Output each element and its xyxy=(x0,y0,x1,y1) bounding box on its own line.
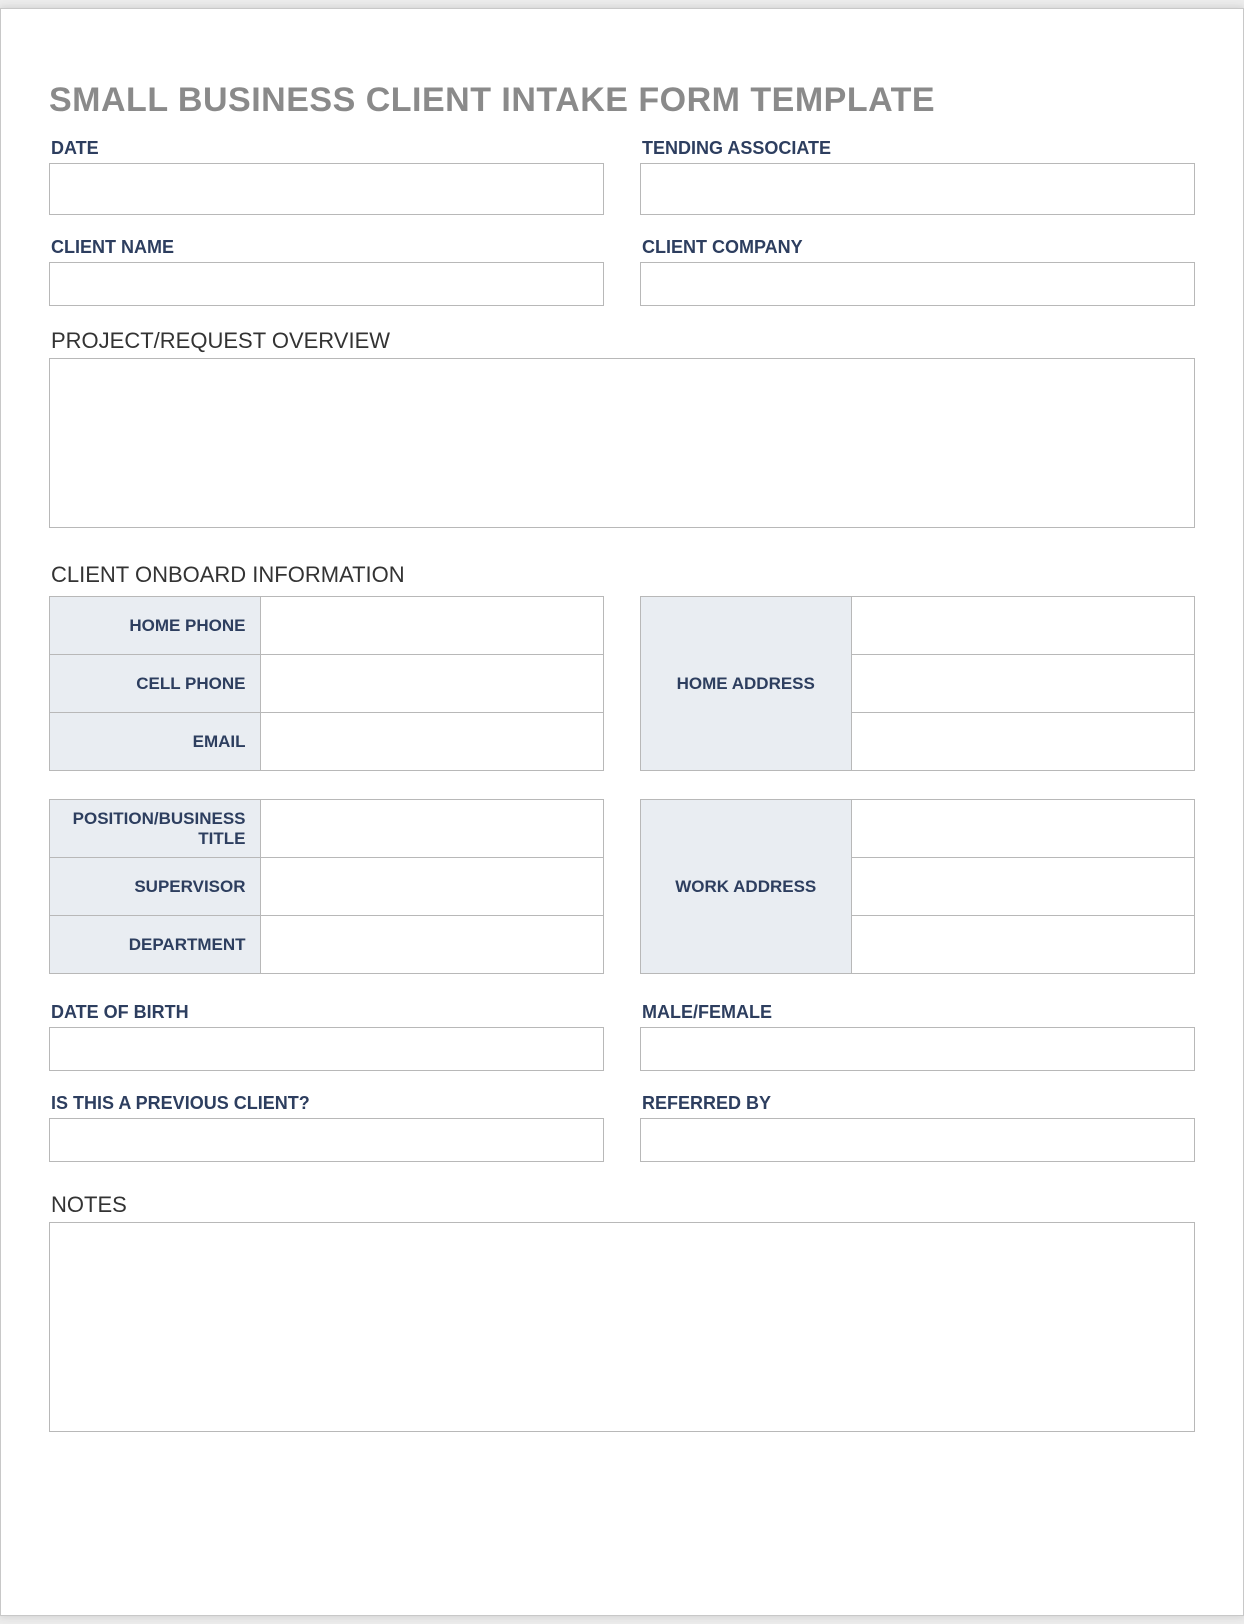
input-work-address-line2[interactable] xyxy=(851,858,1194,916)
table-home-address: HOME ADDRESS xyxy=(640,596,1195,771)
field-client-name: CLIENT NAME xyxy=(49,237,604,306)
label-position-line1: POSITION/BUSINESS xyxy=(73,809,246,828)
field-gender: MALE/FEMALE xyxy=(640,1002,1195,1071)
input-home-address-line3[interactable] xyxy=(851,713,1194,771)
input-home-phone[interactable] xyxy=(260,597,603,655)
label-home-address: HOME ADDRESS xyxy=(641,597,852,771)
field-date: DATE xyxy=(49,138,604,215)
form-sheet: SMALL BUSINESS CLIENT INTAKE FORM TEMPLA… xyxy=(0,8,1244,1616)
input-previous-client[interactable] xyxy=(49,1118,604,1162)
row-dob-gender: DATE OF BIRTH MALE/FEMALE xyxy=(49,1002,1195,1071)
row-client-name-company: CLIENT NAME CLIENT COMPANY xyxy=(49,237,1195,306)
input-project-overview[interactable] xyxy=(49,358,1195,528)
row-date-associate: DATE TENDING ASSOCIATE xyxy=(49,138,1195,215)
input-home-address-line2[interactable] xyxy=(851,655,1194,713)
input-notes[interactable] xyxy=(49,1222,1195,1432)
field-previous-client: IS THIS A PREVIOUS CLIENT? xyxy=(49,1093,604,1162)
field-tending-associate: TENDING ASSOCIATE xyxy=(640,138,1195,215)
label-date: DATE xyxy=(49,138,604,159)
field-referred-by: REFERRED BY xyxy=(640,1093,1195,1162)
header-client-onboard: CLIENT ONBOARD INFORMATION xyxy=(51,562,1195,588)
label-client-company: CLIENT COMPANY xyxy=(640,237,1195,258)
header-project-overview: PROJECT/REQUEST OVERVIEW xyxy=(51,328,1195,354)
label-referred-by: REFERRED BY xyxy=(640,1093,1195,1114)
input-dob[interactable] xyxy=(49,1027,604,1071)
label-department: DEPARTMENT xyxy=(50,916,261,974)
input-department[interactable] xyxy=(260,916,603,974)
label-work-address: WORK ADDRESS xyxy=(641,800,852,974)
input-position-title[interactable] xyxy=(260,800,603,858)
label-position-title: POSITION/BUSINESS TITLE xyxy=(50,800,261,858)
input-tending-associate[interactable] xyxy=(640,163,1195,215)
row-previous-referred: IS THIS A PREVIOUS CLIENT? REFERRED BY xyxy=(49,1093,1195,1162)
field-dob: DATE OF BIRTH xyxy=(49,1002,604,1071)
input-client-company[interactable] xyxy=(640,262,1195,306)
table-work-address: WORK ADDRESS xyxy=(640,799,1195,974)
label-home-phone: HOME PHONE xyxy=(50,597,261,655)
label-gender: MALE/FEMALE xyxy=(640,1002,1195,1023)
input-cell-phone[interactable] xyxy=(260,655,603,713)
input-supervisor[interactable] xyxy=(260,858,603,916)
input-client-name[interactable] xyxy=(49,262,604,306)
input-date[interactable] xyxy=(49,163,604,215)
label-email: EMAIL xyxy=(50,713,261,771)
field-client-company: CLIENT COMPANY xyxy=(640,237,1195,306)
onboard-block-contact: HOME PHONE CELL PHONE EMAIL HOME ADDRESS xyxy=(49,596,1195,771)
table-work-left: POSITION/BUSINESS TITLE SUPERVISOR DEPAR… xyxy=(49,799,604,974)
input-email[interactable] xyxy=(260,713,603,771)
label-supervisor: SUPERVISOR xyxy=(50,858,261,916)
input-gender[interactable] xyxy=(640,1027,1195,1071)
input-referred-by[interactable] xyxy=(640,1118,1195,1162)
form-title: SMALL BUSINESS CLIENT INTAKE FORM TEMPLA… xyxy=(49,81,1195,120)
label-client-name: CLIENT NAME xyxy=(49,237,604,258)
input-work-address-line1[interactable] xyxy=(851,800,1194,858)
input-home-address-line1[interactable] xyxy=(851,597,1194,655)
label-position-line2: TITLE xyxy=(198,829,245,848)
onboard-block-work: POSITION/BUSINESS TITLE SUPERVISOR DEPAR… xyxy=(49,799,1195,974)
label-previous-client: IS THIS A PREVIOUS CLIENT? xyxy=(49,1093,604,1114)
table-contact-left: HOME PHONE CELL PHONE EMAIL xyxy=(49,596,604,771)
label-cell-phone: CELL PHONE xyxy=(50,655,261,713)
input-work-address-line3[interactable] xyxy=(851,916,1194,974)
label-dob: DATE OF BIRTH xyxy=(49,1002,604,1023)
label-tending-associate: TENDING ASSOCIATE xyxy=(640,138,1195,159)
header-notes: NOTES xyxy=(51,1192,1195,1218)
